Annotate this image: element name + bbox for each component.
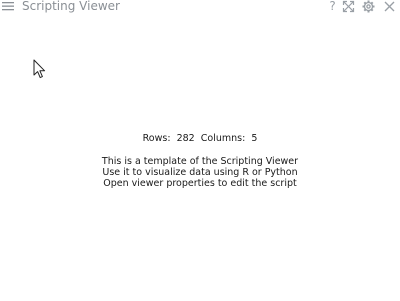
template-message: This is a template of the Scripting View…	[101, 156, 299, 167]
help-icon[interactable]: ?	[326, 0, 339, 13]
menu-icon[interactable]	[2, 1, 14, 11]
columns-count: 5	[251, 133, 258, 144]
gear-icon[interactable]	[362, 0, 375, 13]
scripting-viewer: Scripting Viewer ? Rows: 282 Columns: 5 …	[0, 0, 400, 301]
expand-icon[interactable]	[342, 0, 355, 13]
close-icon[interactable]	[383, 0, 396, 13]
columns-label: Columns:	[200, 133, 246, 144]
mouse-cursor-icon	[33, 59, 46, 79]
rows-count: 282	[176, 133, 195, 144]
rows-label: Rows:	[142, 133, 171, 144]
viewer-titlebar: Scripting Viewer ?	[0, 0, 400, 14]
properties-hint: Open viewer properties to edit the scrip…	[103, 178, 297, 189]
viewer-title: Scripting Viewer	[22, 0, 120, 13]
dataset-summary: Rows: 282 Columns: 5	[0, 133, 400, 144]
usage-message: Use it to visualize data using R or Pyth…	[102, 167, 298, 178]
